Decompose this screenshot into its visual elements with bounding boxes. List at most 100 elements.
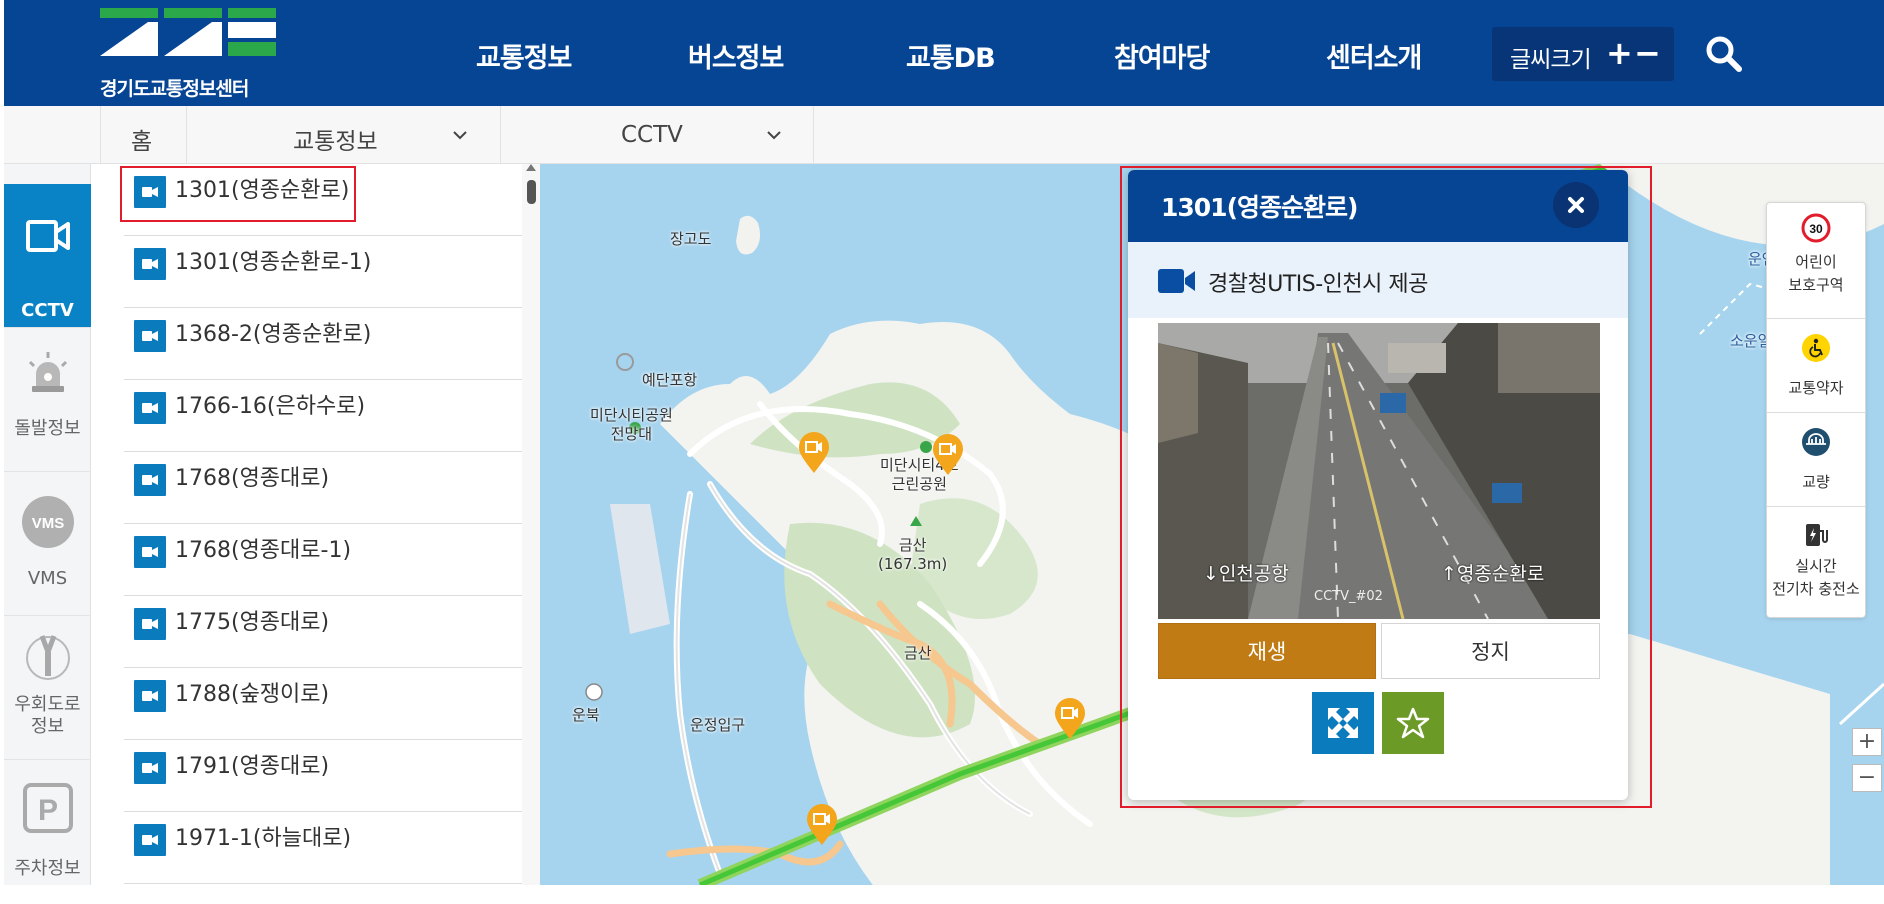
list-scrollbar[interactable]: [522, 164, 540, 885]
breadcrumb-home-label: 홈: [131, 129, 153, 155]
svg-text:P: P: [38, 794, 58, 827]
zoom-out-button[interactable]: −: [1852, 764, 1882, 792]
cctv-list-item[interactable]: 1768(영종대로-1): [124, 524, 522, 596]
map-cctv-pin[interactable]: [1054, 698, 1086, 740]
rail-item-vms[interactable]: VMS VMS: [4, 472, 91, 616]
cctv-camera-icon: [134, 320, 166, 352]
site-header: 경기도교통정보센터 교통정보 버스정보 교통DB 참여마당 센터소개 글씨크기 …: [4, 0, 1884, 106]
cctv-camera-icon: [134, 680, 166, 712]
parking-icon: P: [23, 783, 73, 833]
chevron-down-icon: [453, 131, 467, 140]
cctv-camera-icon: [134, 608, 166, 640]
rail-label-vms: VMS: [27, 568, 68, 589]
layer-label-ev-charger: 실시간 전기차 충전소: [1772, 557, 1860, 598]
speed-limit-30-icon: 30: [1801, 213, 1831, 243]
layer-label-school-zone: 어린이 보호구역: [1788, 253, 1844, 294]
map-label-geumsan: 금산 (167.3m): [878, 536, 948, 573]
map-cctv-pin[interactable]: [798, 432, 830, 474]
map-label-geumsan2: 금산: [904, 644, 932, 662]
layer-school-zone-button[interactable]: 30 어린이 보호구역: [1767, 203, 1865, 319]
cctv-camera-icon: [134, 824, 166, 856]
rail-item-cctv[interactable]: CCTV: [4, 184, 91, 328]
nav-center-intro[interactable]: 센터소개: [1326, 36, 1422, 75]
breadcrumb-level2-label: CCTV: [621, 122, 683, 148]
cctv-list-item-label: 1368-2(영종순환로): [175, 322, 372, 347]
detour-road-icon: [26, 635, 70, 680]
cctv-camera-icon: [134, 248, 166, 280]
rail-label-cctv: CCTV: [21, 300, 74, 321]
layer-label-bridge: 교량: [1802, 473, 1830, 491]
selected-item-highlight: [120, 166, 356, 222]
scroll-up-arrow-icon[interactable]: [526, 164, 536, 171]
cctv-list-item[interactable]: 1766-16(은하수로): [124, 380, 522, 452]
vms-icon: VMS: [22, 496, 74, 548]
rail-item-detour[interactable]: 우회도로 정보: [4, 616, 91, 760]
breadcrumb-home[interactable]: 홈: [100, 106, 186, 164]
rail-label-detour: 우회도로 정보: [14, 694, 81, 737]
cctv-list: 1301(영종순환로) 1301(영종순환로-1) 1368-2(영종순환로) 176…: [124, 164, 522, 885]
rail-item-incident[interactable]: 돌발정보: [4, 328, 91, 472]
cctv-camera-icon: [134, 536, 166, 568]
cctv-pin-icon: [807, 804, 837, 845]
font-decrease-button[interactable]: −: [1634, 34, 1661, 72]
category-rail: CCTV 돌발정보 VMS VMS 우회도로 정보 P 주차정보: [4, 164, 91, 885]
map-label-janggodo: 장고도: [670, 230, 712, 248]
nav-traffic-info[interactable]: 교통정보: [476, 36, 572, 75]
cctv-list-item-label: 1775(영종대로): [175, 610, 330, 635]
rail-item-parking[interactable]: P 주차정보: [4, 760, 91, 904]
search-icon: [1706, 36, 1742, 72]
cctv-list-item[interactable]: 1368-2(영종순환로): [124, 308, 522, 380]
nav-bus-info[interactable]: 버스정보: [688, 36, 784, 75]
cctv-list-item[interactable]: 1768(영종대로): [124, 452, 522, 524]
font-increase-button[interactable]: +: [1606, 34, 1633, 72]
search-button[interactable]: [1704, 34, 1744, 74]
cctv-camera-icon: [26, 220, 70, 252]
map-label-yedanpo: 예단포항: [642, 371, 698, 389]
layer-ev-charger-button[interactable]: 실시간 전기차 충전소: [1767, 507, 1865, 617]
cctv-camera-icon: [134, 392, 166, 424]
cctv-camera-icon: [134, 464, 166, 496]
cctv-pin-icon: [799, 432, 829, 473]
site-logo[interactable]: 경기도교통정보센터: [100, 8, 276, 100]
cctv-list-item-label: 1766-16(은하수로): [175, 394, 366, 419]
rail-label-incident: 돌발정보: [14, 418, 81, 439]
cctv-list-item[interactable]: 1788(숲쟁이로): [124, 668, 522, 740]
logo-mark-icon: [100, 8, 276, 56]
cctv-list-item-label: 1301(영종순환로-1): [175, 250, 372, 275]
font-size-control: 글씨크기 + −: [1492, 27, 1674, 81]
rail-label-parking: 주차정보: [14, 858, 81, 879]
cctv-list-item[interactable]: 1775(영종대로): [124, 596, 522, 668]
bridge-icon: [1802, 428, 1830, 456]
map-cctv-pin[interactable]: [806, 804, 838, 846]
breadcrumb-level1-dropdown[interactable]: 교통정보: [186, 106, 500, 164]
cctv-list-item[interactable]: 1791(영종대로): [124, 740, 522, 812]
cctv-list-item-label: 1788(숲쟁이로): [175, 682, 330, 707]
map-label-ipgu: 운정입구: [690, 716, 746, 734]
breadcrumb-level1-label: 교통정보: [293, 129, 378, 155]
nav-traffic-db[interactable]: 교통DB: [906, 36, 996, 75]
wheelchair-icon: [1802, 334, 1830, 362]
cctv-list-item[interactable]: 1971-1(하늘대로): [124, 812, 522, 884]
map-cctv-pin[interactable]: [932, 434, 964, 476]
layer-bridge-button[interactable]: 교량: [1767, 413, 1865, 507]
breadcrumb: 홈 교통정보 CCTV: [4, 106, 1884, 164]
layer-vulnerable-button[interactable]: 교통약자: [1767, 319, 1865, 413]
zoom-in-button[interactable]: +: [1852, 728, 1882, 756]
cctv-list-item-label: 1768(영종대로-1): [175, 538, 352, 563]
cctv-list-item-label: 1791(영종대로): [175, 754, 330, 779]
svg-text:VMS: VMS: [32, 515, 65, 532]
cctv-list-item-label: 1768(영종대로): [175, 466, 330, 491]
layer-label-vulnerable: 교통약자: [1788, 379, 1844, 397]
cctv-pin-icon: [1055, 698, 1085, 739]
cctv-list-item[interactable]: 1301(영종순환로-1): [124, 236, 522, 308]
cctv-camera-icon: [134, 752, 166, 784]
ev-charger-icon: [1806, 524, 1828, 546]
cctv-list-item-label: 1971-1(하늘대로): [175, 826, 352, 851]
logo-text: 경기도교통정보센터: [100, 78, 249, 100]
scroll-thumb[interactable]: [527, 180, 536, 204]
nav-participation[interactable]: 참여마당: [1114, 36, 1210, 75]
font-size-label: 글씨크기: [1510, 47, 1592, 73]
breadcrumb-level2-dropdown[interactable]: CCTV: [500, 106, 814, 164]
map-label-unbuk: 운북: [572, 706, 600, 724]
map-label-midan-park: 미단시티공원 전망대: [590, 406, 673, 443]
